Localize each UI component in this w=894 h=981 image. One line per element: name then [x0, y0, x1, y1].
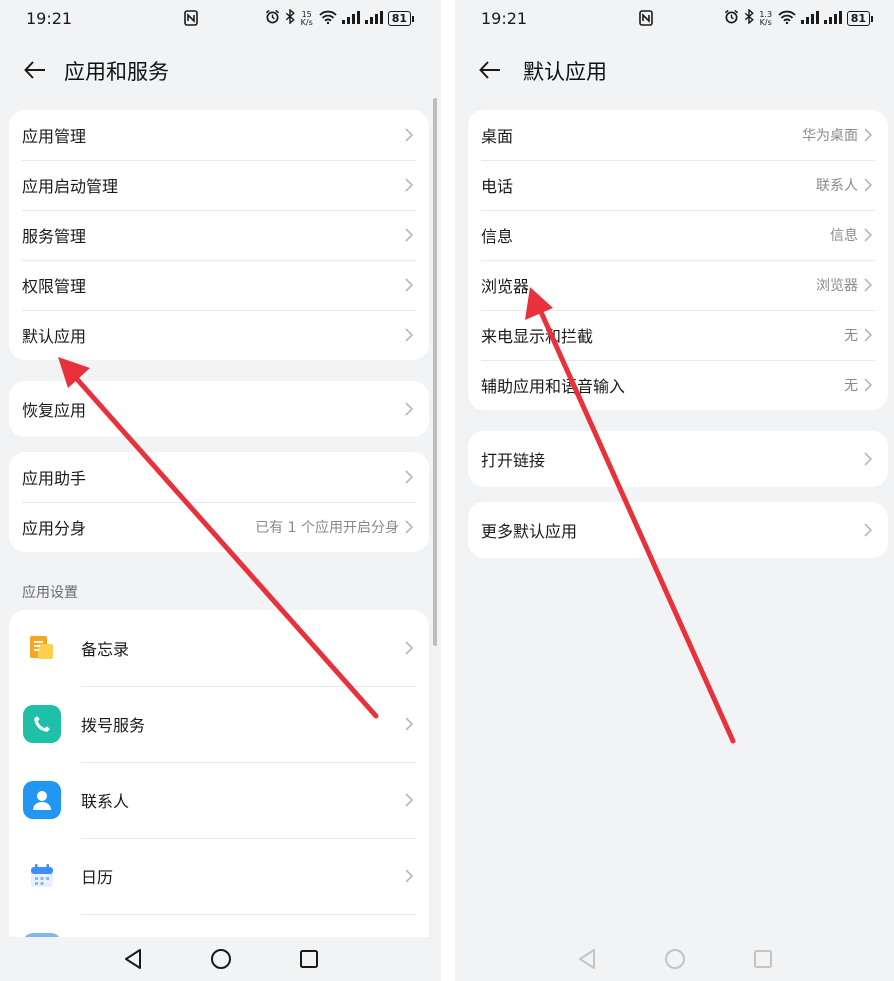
chevron-right-icon [405, 328, 415, 342]
title-bar: 默认应用 [455, 48, 894, 92]
page-title: 默认应用 [523, 60, 607, 84]
chevron-right-icon [864, 178, 874, 192]
status-bar: 19:21 15 K/s 81 [0, 0, 441, 36]
row-open-links[interactable]: 打开链接 [468, 431, 888, 487]
row-messages[interactable]: 信息 信息 [468, 210, 888, 260]
chevron-right-icon [864, 452, 874, 466]
navigation-bar [455, 937, 894, 981]
alarm-icon [265, 9, 280, 28]
row-assist-voice-input[interactable]: 辅助应用和语音输入无 [468, 360, 888, 410]
title-bar: 应用和服务 [0, 48, 441, 92]
row-browser[interactable]: 浏览器 浏览器 [468, 260, 888, 310]
status-icons: 1.3 K/s 81 [724, 8, 874, 28]
chevron-right-icon [864, 278, 874, 292]
chevron-right-icon [405, 641, 415, 655]
scrollbar[interactable] [433, 98, 437, 646]
open-links-card: 打开链接 [468, 431, 888, 487]
app-row-contacts[interactable]: 联系人 [9, 762, 429, 838]
screen-apps-and-services: 19:21 15 K/s 81 应用和服务 应用管理 应用启动管理 服务管理 权限… [0, 0, 441, 981]
assistant-card: 应用助手 应用分身 已有 1 个应用开启分身 [9, 452, 429, 552]
calendar-icon [23, 857, 61, 895]
chevron-right-icon [405, 717, 415, 731]
bluetooth-icon [744, 8, 754, 28]
status-time: 19:21 [481, 8, 528, 28]
app-management-card: 应用管理 应用启动管理 服务管理 权限管理 默认应用 [9, 110, 429, 360]
nav-recents-icon[interactable] [296, 946, 322, 972]
status-bar: 19:21 1.3 K/s 81 [455, 0, 894, 36]
chevron-right-icon [864, 228, 874, 242]
chevron-right-icon [864, 523, 874, 537]
row-permission-management[interactable]: 权限管理 [9, 260, 429, 310]
status-icons: 15 K/s 81 [265, 8, 415, 28]
app-row-memo[interactable]: 备忘录 [9, 610, 429, 686]
signal-icon-2 [364, 9, 383, 28]
row-app-twin[interactable]: 应用分身 已有 1 个应用开启分身 [9, 502, 429, 552]
restore-card: 恢复应用 [9, 381, 429, 437]
chevron-right-icon [405, 869, 415, 883]
memo-icon [23, 629, 61, 667]
chevron-right-icon [864, 328, 874, 342]
chevron-right-icon [864, 378, 874, 392]
wifi-icon [778, 9, 796, 28]
chevron-right-icon [864, 128, 874, 142]
row-service-management[interactable]: 服务管理 [9, 210, 429, 260]
nav-back-icon[interactable] [120, 946, 146, 972]
row-phone[interactable]: 电话 联系人 [468, 160, 888, 210]
screen-default-apps: 19:21 1.3 K/s 81 默认应用 桌面 华为桌面 电话 联系人 信息 信息 浏… [455, 0, 894, 981]
row-restore-apps[interactable]: 恢复应用 [9, 381, 429, 437]
contacts-icon [23, 781, 61, 819]
more-defaults-card: 更多默认应用 [468, 502, 888, 558]
app-twin-status: 已有 1 个应用开启分身 [255, 520, 399, 536]
battery-indicator: 81 [846, 11, 874, 26]
page-title: 应用和服务 [64, 60, 169, 84]
chevron-right-icon [405, 793, 415, 807]
signal-icon-2 [823, 9, 842, 28]
battery-indicator: 81 [387, 11, 415, 26]
row-more-default-apps[interactable]: 更多默认应用 [468, 502, 888, 558]
wifi-icon [319, 9, 337, 28]
row-default-apps[interactable]: 默认应用 [9, 310, 429, 360]
section-header-app-settings: 应用设置 [22, 585, 78, 601]
nfc-icon [184, 10, 198, 30]
signal-icon [341, 9, 360, 28]
app-row-dialer[interactable]: 拨号服务 [9, 686, 429, 762]
app-row-calendar[interactable]: 日历 [9, 838, 429, 914]
chevron-right-icon [405, 520, 415, 534]
app-settings-card: 备忘录 拨号服务 联系人 日历 [9, 610, 429, 950]
default-apps-card: 桌面 华为桌面 电话 联系人 信息 信息 浏览器 浏览器 来电显示和拦截无 辅助应用和语… [468, 110, 888, 410]
row-launcher[interactable]: 桌面 华为桌面 [468, 110, 888, 160]
chevron-right-icon [405, 178, 415, 192]
network-speed: 1.3 K/s [759, 9, 773, 27]
row-app-launch-management[interactable]: 应用启动管理 [9, 160, 429, 210]
row-app-management[interactable]: 应用管理 [9, 110, 429, 160]
status-time: 19:21 [26, 8, 73, 28]
nav-back-icon[interactable] [574, 946, 600, 972]
navigation-bar [0, 937, 441, 981]
chevron-right-icon [405, 228, 415, 242]
chevron-right-icon [405, 278, 415, 292]
nav-home-icon[interactable] [208, 946, 234, 972]
chevron-right-icon [405, 470, 415, 484]
nfc-icon [639, 10, 653, 30]
row-app-assistant[interactable]: 应用助手 [9, 452, 429, 502]
alarm-icon [724, 9, 739, 28]
nav-home-icon[interactable] [662, 946, 688, 972]
bluetooth-icon [285, 8, 295, 28]
row-caller-id-blocking[interactable]: 来电显示和拦截无 [468, 310, 888, 360]
back-arrow-icon[interactable] [477, 58, 503, 82]
phone-icon [23, 705, 61, 743]
network-speed: 15 K/s [300, 9, 313, 27]
chevron-right-icon [405, 402, 415, 416]
back-arrow-icon[interactable] [22, 58, 48, 82]
signal-icon [800, 9, 819, 28]
nav-recents-icon[interactable] [750, 946, 776, 972]
chevron-right-icon [405, 128, 415, 142]
